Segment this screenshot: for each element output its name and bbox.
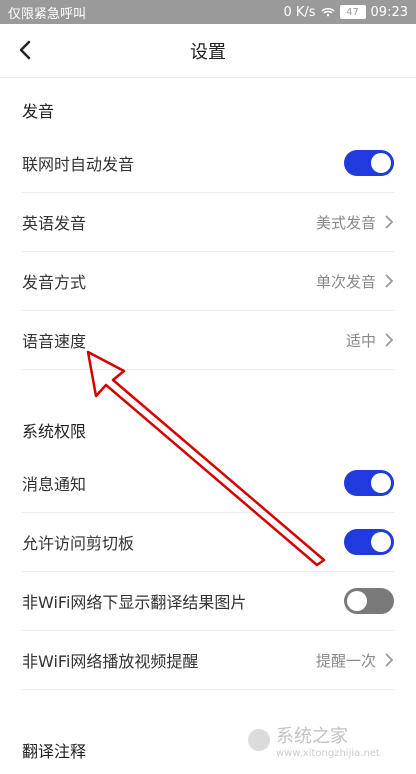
watermark-url: www.xitongzhijia.net — [276, 747, 380, 759]
wifi-icon — [321, 8, 335, 17]
settings-row[interactable]: 非WiFi网络播放视频提醒 提醒一次 — [22, 631, 394, 690]
settings-row[interactable]: 发音方式 单次发音 — [22, 252, 394, 311]
row-label: 发音方式 — [22, 273, 87, 292]
section-title: 发音 — [22, 102, 55, 121]
settings-row[interactable]: 联网时自动发音 — [22, 134, 394, 193]
status-bar: 仅限紧急呼叫 0 K/s 47 09:23 — [0, 0, 416, 24]
row-label: 消息通知 — [22, 475, 87, 494]
network-speed: 0 K/s — [283, 4, 316, 20]
row-value-group: 适中 — [346, 330, 394, 351]
toggle-switch[interactable] — [344, 470, 394, 496]
chevron-right-icon — [385, 653, 394, 667]
row-label: 语音速度 — [22, 332, 87, 351]
toggle-switch[interactable] — [344, 150, 394, 176]
toggle-knob — [371, 473, 391, 493]
status-left-text: 仅限紧急呼叫 — [8, 6, 87, 22]
settings-row[interactable]: 英语发音 美式发音 — [22, 193, 394, 252]
row-value-group: 美式发音 — [316, 212, 394, 233]
chevron-right-icon — [385, 274, 394, 288]
toggle-switch[interactable] — [344, 588, 394, 614]
settings-row[interactable]: 允许访问剪切板 — [22, 513, 394, 572]
chevron-right-icon — [385, 333, 394, 347]
row-value: 单次发音 — [315, 272, 376, 291]
row-label: 联网时自动发音 — [22, 155, 135, 174]
status-right: 0 K/s 47 09:23 — [283, 5, 408, 20]
row-label: 非WiFi网络播放视频提醒 — [22, 652, 199, 671]
toggle-switch[interactable] — [344, 529, 394, 555]
settings-list: 发音联网时自动发音 英语发音 美式发音发音方式 单次发音语音速度 适中系统权限消息通知允… — [0, 78, 416, 774]
chevron-right-icon — [385, 215, 394, 229]
chevron-left-icon[interactable] — [14, 38, 38, 62]
watermark-text: 系统之家 — [276, 725, 348, 747]
row-value: 适中 — [345, 331, 376, 350]
row-value-group: 提醒一次 — [316, 650, 394, 671]
watermark: 系统之家 www.xitongzhijia.net — [248, 723, 408, 759]
watermark-logo — [248, 729, 270, 751]
toggle-knob — [371, 153, 391, 173]
settings-row[interactable]: 语音速度 适中 — [22, 311, 394, 370]
toggle-knob — [371, 532, 391, 552]
row-value-group: 单次发音 — [316, 271, 394, 292]
row-label: 允许访问剪切板 — [22, 534, 135, 553]
section-title: 系统权限 — [22, 422, 87, 441]
toggle-knob — [347, 591, 367, 611]
row-value: 美式发音 — [315, 213, 376, 232]
row-label: 英语发音 — [22, 214, 87, 233]
battery-indicator: 47 — [339, 5, 366, 19]
row-label: 非WiFi网络下显示翻译结果图片 — [22, 593, 247, 612]
page-title: 设置 — [190, 41, 226, 63]
clock: 09:23 — [370, 4, 408, 20]
header: 设置 — [0, 24, 416, 78]
settings-row[interactable]: 非WiFi网络下显示翻译结果图片 — [22, 572, 394, 631]
row-value: 提醒一次 — [315, 651, 376, 670]
settings-row[interactable]: 消息通知 — [22, 454, 394, 513]
